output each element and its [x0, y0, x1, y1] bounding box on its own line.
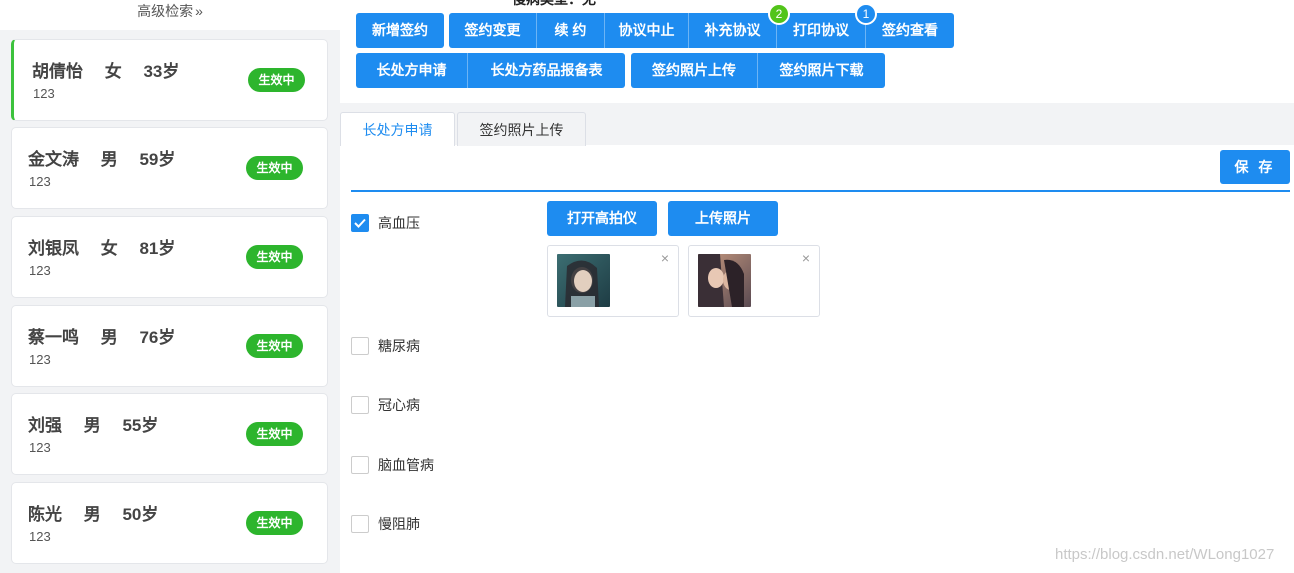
toolbar-group-photos: 签约照片上传 签约照片下载	[631, 53, 885, 88]
checkbox-unchecked-icon	[351, 456, 369, 474]
patient-id: 123	[29, 440, 51, 455]
checkbox-coronary[interactable]: 冠心病	[351, 396, 420, 414]
print-count-badge: 2	[768, 3, 790, 25]
long-prescription-drug-report-button[interactable]: 长处方药品报备表	[468, 53, 625, 88]
disease-type-label: 慢病类型：无	[512, 0, 596, 9]
advanced-search-link[interactable]: 高级检索»	[0, 0, 340, 30]
checkbox-unchecked-icon	[351, 396, 369, 414]
upload-contract-photo-button[interactable]: 签约照片上传	[631, 53, 758, 88]
upload-photo-button[interactable]: 上传照片	[668, 201, 778, 236]
long-prescription-apply-button[interactable]: 长处方申请	[356, 53, 468, 88]
status-badge: 生效中	[246, 422, 303, 446]
patient-id: 123	[33, 86, 55, 101]
view-count-badge: 1	[855, 3, 877, 25]
patient-sidebar: 高级检索» 胡倩怡 女 33岁 123 生效中 金文涛 男 59岁 123 生效…	[0, 0, 340, 573]
remove-photo-icon[interactable]: ×	[661, 251, 669, 265]
patient-card[interactable]: 陈光 男 50岁 123 生效中	[11, 482, 328, 564]
checkbox-checked-icon	[351, 214, 369, 232]
checkbox-label: 慢阻肺	[378, 516, 420, 532]
patient-name: 陈光 男 50岁	[28, 505, 159, 524]
checkbox-unchecked-icon	[351, 337, 369, 355]
double-chevron-right-icon: »	[195, 3, 203, 19]
checkbox-copd[interactable]: 慢阻肺	[351, 515, 420, 533]
patient-id: 123	[29, 352, 51, 367]
checkbox-label: 高血压	[378, 215, 420, 231]
status-badge: 生效中	[248, 68, 305, 92]
patient-name: 胡倩怡 女 33岁	[32, 62, 180, 81]
patient-card[interactable]: 蔡一鸣 男 76岁 123 生效中	[11, 305, 328, 387]
patient-name: 金文涛 男 59岁	[28, 150, 176, 169]
toolbar-group-prescription: 长处方申请 长处方药品报备表	[356, 53, 625, 88]
status-badge: 生效中	[246, 511, 303, 535]
watermark-text: https://blog.csdn.net/WLong1027	[1055, 546, 1275, 563]
patient-name: 刘强 男 55岁	[28, 416, 159, 435]
print-agreement-button[interactable]: 打印协议 2	[768, 3, 866, 48]
download-contract-photo-button[interactable]: 签约照片下载	[758, 53, 885, 88]
patient-id: 123	[29, 174, 51, 189]
patient-card[interactable]: 金文涛 男 59岁 123 生效中	[11, 127, 328, 209]
tab-long-prescription[interactable]: 长处方申请	[340, 112, 455, 146]
new-contract-button[interactable]: 新增签约	[356, 13, 444, 48]
remove-photo-icon[interactable]: ×	[802, 251, 810, 265]
section-divider	[351, 190, 1290, 192]
terminate-agreement-button[interactable]: 协议中止	[605, 13, 689, 48]
checkbox-label: 脑血管病	[378, 457, 434, 473]
patient-name: 刘银凤 女 81岁	[28, 239, 176, 258]
save-button[interactable]: 保 存	[1220, 150, 1290, 184]
toolbar-group-new: 新增签约	[356, 13, 444, 48]
status-badge: 生效中	[246, 245, 303, 269]
checkbox-hypertension[interactable]: 高血压	[351, 214, 420, 232]
renew-contract-button[interactable]: 续 约	[537, 13, 605, 48]
checkbox-label: 糖尿病	[378, 338, 420, 354]
view-contract-label: 签约查看	[882, 22, 938, 38]
checkbox-unchecked-icon	[351, 515, 369, 533]
print-agreement-label: 打印协议	[793, 22, 849, 38]
patient-id: 123	[29, 263, 51, 278]
photo-thumbnail-card: ×	[547, 245, 679, 317]
status-badge: 生效中	[246, 334, 303, 358]
photo-thumbnail[interactable]	[557, 254, 610, 307]
patient-card[interactable]: 刘银凤 女 81岁 123 生效中	[11, 216, 328, 298]
patient-card[interactable]: 胡倩怡 女 33岁 123 生效中	[11, 39, 328, 121]
checkbox-diabetes[interactable]: 糖尿病	[351, 337, 420, 355]
advanced-search-label: 高级检索	[137, 3, 194, 19]
tab-contract-photo-upload[interactable]: 签约照片上传	[457, 112, 586, 146]
patient-id: 123	[29, 529, 51, 544]
view-contract-button[interactable]: 签约查看 1	[855, 3, 954, 48]
contract-change-button[interactable]: 签约变更	[449, 13, 537, 48]
photo-thumbnail[interactable]	[698, 254, 751, 307]
checkbox-label: 冠心病	[378, 397, 420, 413]
photo-thumbnail-card: ×	[688, 245, 820, 317]
checkbox-cerebrovascular[interactable]: 脑血管病	[351, 456, 434, 474]
open-document-camera-button[interactable]: 打开高拍仪	[547, 201, 657, 236]
status-badge: 生效中	[246, 156, 303, 180]
patient-name: 蔡一鸣 男 76岁	[28, 328, 176, 347]
supplementary-agreement-button[interactable]: 补充协议	[689, 13, 777, 48]
patient-card[interactable]: 刘强 男 55岁 123 生效中	[11, 393, 328, 475]
toolbar-group-contract: 签约变更 续 约 协议中止 补充协议 打印协议 2 签约查看 1	[449, 3, 954, 48]
